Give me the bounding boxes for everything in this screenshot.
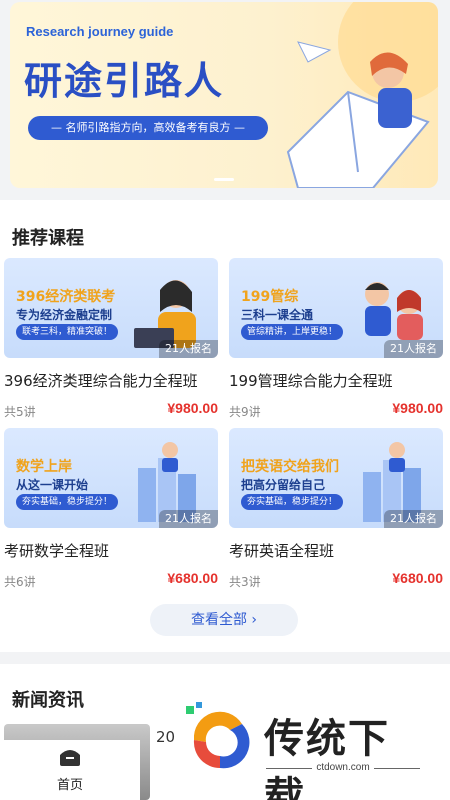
lesson-count: 共3讲 (229, 575, 261, 589)
watermark-logo: 传统下载 ctdown.com (180, 700, 430, 800)
signup-count-badge: 21人报名 (384, 340, 443, 358)
thumb-subline: 从这一课开始 (16, 478, 89, 492)
bottom-tabbar: 首页 (0, 740, 140, 800)
thumb-headline: 199管综 (241, 289, 299, 305)
course-price: ¥680.00 (392, 570, 443, 586)
course-title: 396经济类理综合能力全程班 (4, 372, 198, 390)
course-card[interactable]: 199管综 三科一课全通 管综精讲，上岸更稳！ 21人报名 199管理综合能力全… (229, 258, 443, 422)
banner-en-title: Research journey guide (26, 24, 174, 39)
tab-home-label: 首页 (56, 778, 83, 793)
home-icon (60, 750, 80, 766)
view-all-label: 查看全部 (190, 612, 247, 628)
logo-icon (186, 702, 250, 772)
recommend-title: 推荐课程 (12, 228, 84, 249)
course-title: 考研英语全程班 (229, 542, 335, 560)
watermark-text: 传统下载 (264, 716, 390, 800)
thumb-tag: 夯实基础，稳步提分！ (16, 494, 119, 510)
signup-count-badge: 21人报名 (384, 510, 443, 528)
thumb-tag: 联考三科，精准突破！ (16, 324, 119, 340)
thumb-subline: 专为经济金融定制 (16, 308, 113, 322)
news-item-title[interactable]: 20 (156, 728, 175, 746)
course-card[interactable]: 数学上岸 从这一课开始 夯实基础，稳步提分！ 21人报名 考研数学全程班 共6讲… (4, 428, 218, 592)
course-price: ¥680.00 (167, 570, 218, 586)
banner-illustration (286, 2, 438, 188)
thumb-headline: 396经济类联考 (16, 289, 116, 305)
course-title: 考研数学全程班 (4, 542, 110, 560)
recommend-section: 推荐课程 396经济类联考 专为经济金融定制 联考三科，精准突破！ 21人报名 … (0, 200, 450, 652)
course-thumbnail: 199管综 三科一课全通 管综精讲，上岸更稳！ 21人报名 (229, 258, 443, 358)
banner-indicator (214, 178, 234, 181)
tab-home[interactable]: 首页 (48, 746, 92, 793)
banner[interactable]: Research journey guide 研途引路人 — 名师引路指方向，高… (10, 2, 438, 188)
course-thumbnail: 396经济类联考 专为经济金融定制 联考三科，精准突破！ 21人报名 (4, 258, 218, 358)
lesson-count: 共9讲 (229, 405, 261, 419)
thumb-headline: 数学上岸 (16, 459, 72, 475)
course-card[interactable]: 396经济类联考 专为经济金融定制 联考三科，精准突破！ 21人报名 396经济… (4, 258, 218, 422)
signup-count-badge: 21人报名 (159, 510, 218, 528)
thumb-subline: 三科一课全通 (241, 308, 314, 322)
thumb-tag: 管综精讲，上岸更稳！ (241, 324, 344, 340)
course-price: ¥980.00 (392, 400, 443, 416)
lesson-count: 共6讲 (4, 575, 36, 589)
course-title: 199管理综合能力全程班 (229, 372, 393, 390)
news-title: 新闻资讯 (12, 690, 84, 711)
chevron-right-icon: › (251, 612, 258, 628)
course-thumbnail: 把英语交给我们 把高分留给自己 夯实基础，稳步提分！ 21人报名 (229, 428, 443, 528)
signup-count-badge: 21人报名 (159, 340, 218, 358)
watermark-url: ctdown.com (266, 762, 420, 773)
banner-tagline: — 名师引路指方向，高效备考有良方 — (28, 116, 268, 140)
lesson-count: 共5讲 (4, 405, 36, 419)
course-card[interactable]: 把英语交给我们 把高分留给自己 夯实基础，稳步提分！ 21人报名 考研英语全程班… (229, 428, 443, 592)
view-all-button[interactable]: 查看全部 › (150, 604, 298, 636)
thumb-tag: 夯实基础，稳步提分！ (241, 494, 344, 510)
course-thumbnail: 数学上岸 从这一课开始 夯实基础，稳步提分！ 21人报名 (4, 428, 218, 528)
course-price: ¥980.00 (167, 400, 218, 416)
banner-cn-title: 研途引路人 (24, 59, 225, 103)
thumb-headline: 把英语交给我们 (241, 459, 339, 475)
thumb-subline: 把高分留给自己 (241, 478, 326, 492)
